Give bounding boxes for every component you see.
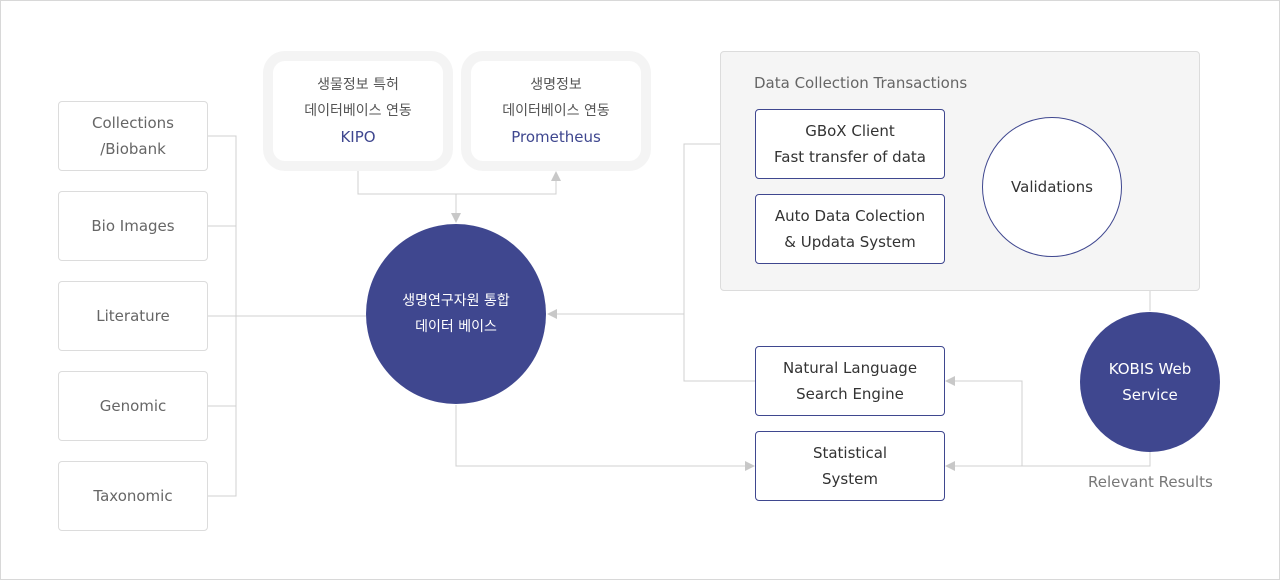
panel-title: Data Collection Transactions — [754, 74, 968, 92]
external-name: KIPO — [340, 128, 376, 146]
node-auto-data-collection[interactable]: Auto Data Colection & Updata System — [755, 194, 945, 264]
source-bio-images[interactable]: Bio Images — [58, 191, 208, 261]
source-taxonomic[interactable]: Taxonomic — [58, 461, 208, 531]
external-desc: 생물정보 특허 — [317, 77, 399, 93]
hub-label: 생명연구자원 통합 — [402, 293, 510, 309]
node-label: Statistical — [812, 444, 888, 462]
hub-label: 데이터 베이스 — [415, 319, 497, 335]
source-label: /Biobank — [100, 140, 166, 158]
integrated-database-hub[interactable]: 생명연구자원 통합 데이터 베이스 — [366, 224, 546, 404]
node-nl-search-engine[interactable]: Natural Language Search Engine — [755, 346, 945, 416]
source-label: Collections — [91, 114, 174, 132]
external-kipo[interactable]: 생물정보 특허 데이터베이스 연동 KIPO — [263, 51, 453, 171]
source-label: Genomic — [99, 397, 167, 415]
relevant-results-caption: Relevant Results — [1088, 473, 1213, 491]
node-statistical-system[interactable]: Statistical System — [755, 431, 945, 501]
node-label: System — [822, 470, 878, 488]
node-label: & Updata System — [784, 233, 916, 251]
external-prometheus[interactable]: 생명정보 데이터베이스 연동 Prometheus — [461, 51, 651, 171]
external-name: Prometheus — [511, 128, 601, 146]
node-label: Auto Data Colection — [774, 207, 926, 225]
source-label: Literature — [96, 307, 170, 325]
node-label: Fast transfer of data — [774, 148, 926, 166]
node-label: Search Engine — [796, 385, 904, 403]
validations-label: Validations — [1011, 178, 1093, 196]
external-desc: 데이터베이스 연동 — [304, 103, 412, 119]
kobis-label: KOBIS Web — [1108, 360, 1192, 378]
external-desc: 생명정보 — [530, 77, 582, 93]
node-label: GBoX Client — [805, 122, 895, 140]
kobis-web-service[interactable]: KOBIS Web Service — [1080, 312, 1220, 452]
node-label: Natural Language — [782, 359, 918, 377]
external-desc: 데이터베이스 연동 — [502, 103, 610, 119]
source-collections-biobank[interactable]: Collections/Biobank — [58, 101, 208, 171]
source-label: Taxonomic — [93, 487, 173, 505]
kobis-label: Service — [1122, 386, 1178, 404]
source-label: Bio Images — [91, 217, 175, 235]
validations-node[interactable]: Validations — [982, 117, 1122, 257]
node-gbox-client[interactable]: GBoX Client Fast transfer of data — [755, 109, 945, 179]
source-literature[interactable]: Literature — [58, 281, 208, 351]
source-genomic[interactable]: Genomic — [58, 371, 208, 441]
